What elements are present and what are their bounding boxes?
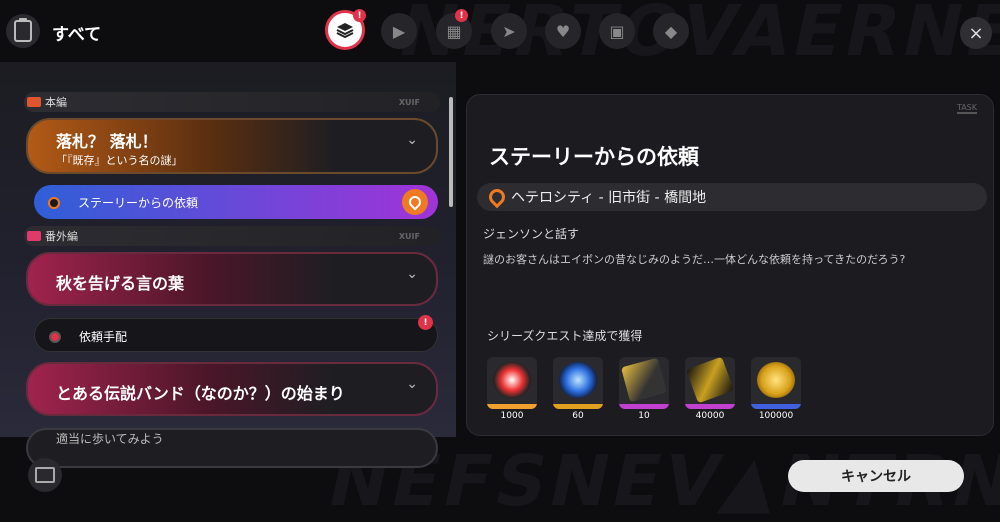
quest-list-panel: 本編 XUIF 落札？ 落札！ 「『既存』という名の謎」 ⌄ ステーリーからの依…: [0, 62, 456, 468]
subquest-request-arrangement[interactable]: 依頼手配 !: [34, 315, 438, 352]
heart-hand-icon: ♥: [555, 21, 571, 41]
reward-count: 100000: [758, 411, 794, 421]
film-icon: ▦: [446, 21, 462, 41]
quest-description: 謎のお客さんはエイボンの昔なじみのようだ…一体どんな依頼を持ってきたのだろう?: [483, 253, 906, 266]
quest-item-autumn[interactable]: 秋を告げる言の葉 ⌄: [26, 252, 438, 306]
quest-title: とある伝説バンド（なのか？）の始まり: [56, 384, 345, 403]
close-button[interactable]: ×: [960, 17, 992, 49]
inter-knot-credit-icon: [493, 362, 531, 398]
subquest-label: 依頼手配: [79, 330, 128, 344]
map-pin-icon: [485, 185, 509, 209]
layers-icon: [336, 23, 354, 39]
reward-count: 40000: [695, 411, 725, 421]
rarity-strip: [487, 404, 537, 409]
section-header-side-story: 番外編 XUIF: [24, 226, 440, 246]
page-title: すべて: [52, 25, 102, 45]
status-dot: [48, 197, 60, 209]
section-tag: XUIF: [398, 97, 420, 107]
location-bar: ヘテロシティ - 旧市街 - 橋間地: [477, 183, 987, 211]
reward-item[interactable]: [619, 357, 669, 409]
location-text: ヘテロシティ - 旧市街 - 橋間地: [511, 190, 707, 206]
quest-title: 適当に歩いてみよう: [56, 432, 164, 446]
section-header-main-story: 本編 XUIF: [24, 92, 440, 112]
reward-item[interactable]: [685, 357, 735, 409]
w-engine-material-icon: [620, 357, 668, 403]
top-bar: すべて ! ▶ ▦ ! ➤ ♥ ▣ ◆ ×: [0, 0, 1000, 62]
cancel-button[interactable]: キャンセル: [788, 460, 964, 492]
reward-item[interactable]: [553, 357, 603, 409]
chevron-down-icon: ⌄: [406, 266, 418, 282]
subquest-label: ステーリーからの依頼: [78, 196, 199, 210]
tab-film[interactable]: ▦ !: [436, 9, 472, 49]
quest-detail-title: ステーリーからの依頼: [489, 145, 699, 169]
clipboard-menu-button[interactable]: [6, 14, 40, 48]
rewards-header: シリーズクエスト達成で獲得: [487, 329, 643, 343]
tv-icon: ▶: [392, 21, 406, 41]
alert-badge: !: [418, 315, 433, 330]
rarity-strip: [685, 404, 735, 409]
panel-tag: TASK: [956, 103, 977, 114]
ticket-icon: ▣: [609, 21, 625, 41]
rarity-strip: [553, 404, 603, 409]
bangboo-icon: ◆: [664, 21, 678, 41]
rarity-strip: [619, 404, 669, 409]
map-pin-icon: [406, 193, 424, 211]
quest-title: 秋を告げる言の葉: [56, 274, 185, 293]
film-icon: [27, 231, 41, 241]
chevron-down-icon: ⌄: [406, 376, 418, 392]
crystal-orb-icon: [559, 362, 597, 398]
quest-item-rakusatsu[interactable]: 落札？ 落札！ 「『既存』という名の謎」 ⌄: [26, 118, 438, 174]
tab-ticket[interactable]: ▣: [599, 13, 635, 49]
tab-bangboo[interactable]: ◆: [653, 13, 689, 49]
quest-title: 落札？ 落札！: [56, 132, 158, 151]
dennies-coin-icon: [757, 362, 795, 398]
tab-tv[interactable]: ▶: [381, 13, 417, 49]
reward-item[interactable]: [487, 357, 537, 409]
archive-icon: [35, 467, 55, 483]
quest-detail-panel: TASK ステーリーからの依頼 ヘテロシティ - 旧市街 - 橋間地 ジェンソン…: [466, 94, 994, 436]
section-label: 本編: [45, 96, 67, 109]
tab-alert-badge: !: [353, 9, 366, 22]
reward-count: 60: [572, 411, 584, 421]
archive-button[interactable]: [28, 458, 62, 492]
location-pin-button[interactable]: [402, 189, 428, 215]
section-label: 番外編: [45, 230, 78, 243]
quest-item-legend-band[interactable]: とある伝説バンド（なのか？）の始まり ⌄: [26, 362, 438, 416]
rarity-strip: [751, 404, 801, 409]
subquest-stealey-request[interactable]: ステーリーからの依頼: [34, 185, 438, 219]
quest-subtitle: 「『既存』という名の謎」: [56, 154, 183, 167]
tab-send[interactable]: ➤: [491, 13, 527, 49]
tab-all-layers[interactable]: !: [325, 9, 366, 50]
reward-count: 10: [638, 411, 650, 421]
objective-text: ジェンソンと話す: [483, 227, 580, 241]
reward-item[interactable]: [751, 357, 801, 409]
status-dot: [49, 331, 61, 343]
clipboard-icon: [14, 18, 32, 42]
section-tag: XUIF: [398, 231, 420, 241]
scrollbar-thumb[interactable]: [449, 97, 453, 207]
close-icon: ×: [968, 22, 984, 44]
reward-count: 1000: [500, 411, 524, 421]
chevron-down-icon: ⌄: [406, 132, 418, 148]
ticket-material-icon: [685, 357, 735, 404]
tab-alert-badge: !: [455, 9, 468, 22]
quest-item-partial[interactable]: 適当に歩いてみよう: [26, 428, 438, 468]
tab-heart[interactable]: ♥: [545, 13, 581, 49]
send-icon: ➤: [502, 21, 516, 41]
camera-icon: [27, 97, 41, 107]
